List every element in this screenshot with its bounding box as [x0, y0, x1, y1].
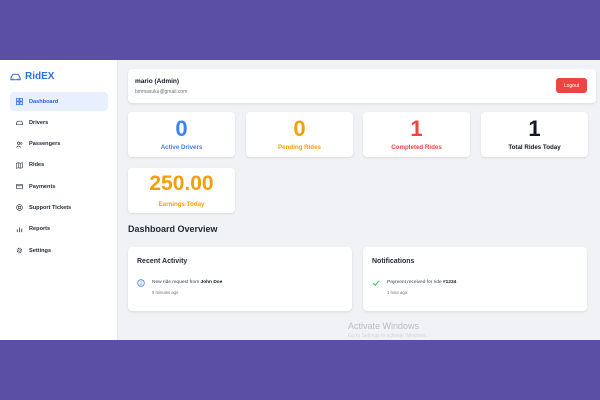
notification-ride-id: #1234: [443, 280, 457, 285]
brand-logo[interactable]: RidEX: [10, 71, 54, 82]
section-title: Dashboard Overview: [128, 224, 218, 234]
earnings-label: Earnings Today: [158, 201, 205, 208]
bar-chart-icon: [16, 227, 23, 232]
app-window: RidEX Dashboard Drivers Passengers Rides: [0, 60, 600, 340]
lifebuoy-icon: [16, 204, 23, 212]
stat-label: Active Drivers: [160, 144, 203, 151]
sidebar-item-drivers[interactable]: Drivers: [10, 113, 108, 132]
gear-icon: [16, 247, 23, 254]
stat-card-completed-rides: 1 Completed Rides: [363, 112, 470, 157]
car-icon: [16, 121, 23, 126]
sidebar-item-label: Drivers: [29, 119, 49, 126]
map-icon: [16, 162, 23, 169]
sidebar-item-label: Reports: [29, 226, 51, 233]
main-content: mario (Admin) bmmasuku@gmail.com Logout …: [118, 60, 600, 340]
logout-button[interactable]: Logout: [556, 78, 587, 93]
sidebar-item-label: Rides: [29, 162, 45, 169]
activity-user: John Doe: [200, 280, 223, 285]
activate-windows-watermark: Activate Windows: [348, 321, 420, 331]
sidebar-item-label: Passengers: [29, 141, 61, 148]
notification-text: Payment received for ride #1234: [387, 280, 456, 285]
users-icon: [16, 141, 23, 148]
user-name: mario (Admin): [135, 78, 180, 85]
info-icon: [137, 279, 145, 287]
sidebar-item-dashboard[interactable]: Dashboard: [10, 92, 108, 111]
sidebar-nav: Dashboard Drivers Passengers Rides Payme…: [10, 92, 108, 262]
earnings-value: 250.00: [149, 172, 214, 195]
stat-card-earnings-today: 250.00 Earnings Today: [128, 168, 235, 213]
activate-windows-subtitle: Go to Settings to activate Windows.: [348, 333, 427, 339]
activity-text: New ride request from John Doe: [152, 280, 222, 285]
sidebar-item-support-tickets[interactable]: Support Tickets: [10, 198, 108, 217]
notifications-panel: Notifications Payment received for ride …: [363, 247, 587, 311]
activity-text-prefix: New ride request from: [152, 280, 201, 285]
panel-title: Notifications: [372, 258, 415, 265]
sidebar: RidEX Dashboard Drivers Passengers Rides: [0, 60, 118, 340]
sidebar-item-label: Settings: [29, 247, 52, 254]
activity-timestamp: 5 minutes ago: [152, 290, 179, 295]
user-header: mario (Admin) bmmasuku@gmail.com Logout: [128, 69, 596, 103]
user-email: bmmasuku@gmail.com: [135, 89, 188, 95]
stat-card-active-drivers: 0 Active Drivers: [128, 112, 235, 157]
brand-name: RidEX: [25, 71, 55, 82]
sidebar-item-label: Support Tickets: [29, 204, 72, 211]
check-icon: [372, 280, 380, 287]
recent-activity-panel: Recent Activity New ride request from Jo…: [128, 247, 352, 311]
sidebar-item-rides[interactable]: Rides: [10, 156, 108, 175]
sidebar-item-payments[interactable]: Payments: [10, 177, 108, 196]
sidebar-item-label: Dashboard: [29, 98, 59, 105]
credit-card-icon: [16, 184, 23, 190]
notification-timestamp: 1 hour ago: [387, 290, 408, 295]
stat-value: 0: [293, 116, 306, 141]
notification-text-prefix: Payment received for ride: [387, 280, 443, 285]
stat-card-pending-rides: 0 Pending Rides: [246, 112, 353, 157]
stat-value: 1: [528, 116, 541, 141]
sidebar-item-passengers[interactable]: Passengers: [10, 135, 108, 154]
panel-title: Recent Activity: [137, 258, 188, 265]
stat-card-total-rides-today: 1 Total Rides Today: [481, 112, 588, 157]
sidebar-item-settings[interactable]: Settings: [10, 241, 108, 260]
sidebar-item-label: Payments: [29, 183, 56, 190]
stat-value: 0: [175, 116, 188, 141]
stat-label: Total Rides Today: [508, 144, 561, 151]
stat-label: Completed Rides: [391, 144, 442, 151]
stat-label: Pending Rides: [278, 144, 321, 151]
sidebar-item-reports[interactable]: Reports: [10, 220, 108, 239]
car-icon: [10, 73, 21, 80]
stat-value: 1: [410, 116, 423, 141]
dashboard-grid-icon: [16, 98, 23, 105]
